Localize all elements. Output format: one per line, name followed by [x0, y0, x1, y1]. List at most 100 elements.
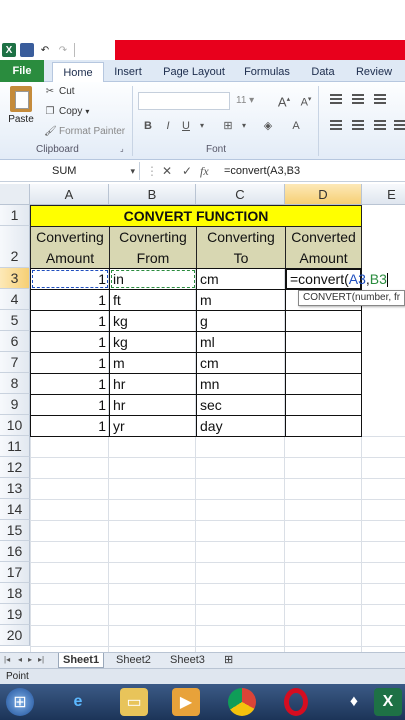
row-header[interactable]: 14: [0, 499, 30, 520]
amount-cell[interactable]: 1: [30, 289, 110, 311]
justify-icon[interactable]: [394, 120, 405, 130]
format-painter-button[interactable]: 🖌 Format Painter: [44, 126, 125, 137]
row-header[interactable]: 12: [0, 457, 30, 478]
copy-button[interactable]: ❐ Copy ▾: [44, 106, 90, 117]
align-right-icon[interactable]: [374, 120, 386, 130]
converted-cell[interactable]: [285, 394, 362, 416]
excel-taskbar-icon[interactable]: X: [374, 688, 402, 716]
last-sheet-icon[interactable]: ▸|: [38, 655, 44, 664]
from-cell[interactable]: hr: [109, 394, 197, 416]
row-header[interactable]: 15: [0, 520, 30, 541]
name-box[interactable]: SUM ▾: [0, 162, 140, 180]
tab-data[interactable]: Data: [306, 62, 340, 82]
row-header[interactable]: 11: [0, 436, 30, 457]
sheet-tab-sheet2[interactable]: Sheet2: [112, 653, 155, 668]
amount-cell[interactable]: 1: [30, 415, 110, 437]
opera-icon[interactable]: [284, 688, 308, 716]
row-header[interactable]: 10: [0, 415, 30, 436]
chevron-down-icon[interactable]: ▾: [236, 118, 252, 134]
header-converting-amount[interactable]: Converting Amount: [30, 226, 110, 269]
font-name-box[interactable]: [138, 92, 230, 110]
row-header[interactable]: 4: [0, 289, 30, 310]
column-header-c[interactable]: C: [196, 184, 285, 205]
enter-icon[interactable]: ✓: [182, 162, 192, 180]
from-cell[interactable]: in: [109, 268, 197, 290]
redo-icon[interactable]: ↷: [56, 43, 70, 57]
title-cell[interactable]: CONVERT FUNCTION: [30, 205, 362, 227]
empty-cells-area[interactable]: [30, 436, 405, 652]
row-header[interactable]: 3: [0, 268, 30, 289]
to-cell[interactable]: g: [196, 310, 286, 332]
app-icon[interactable]: ♦: [340, 688, 368, 716]
from-cell[interactable]: hr: [109, 373, 197, 395]
from-cell[interactable]: kg: [109, 331, 197, 353]
cut-button[interactable]: ✂ Cut: [44, 86, 75, 97]
sheet-tab-sheet3[interactable]: Sheet3: [166, 653, 209, 668]
select-all-button[interactable]: [0, 184, 30, 205]
column-header-e[interactable]: E: [362, 184, 405, 205]
column-header-a[interactable]: A: [30, 184, 109, 205]
active-cell-d3[interactable]: =convert(A3,B3: [285, 268, 388, 290]
underline-icon[interactable]: U: [178, 118, 194, 134]
font-size-box[interactable]: 11 ▾: [232, 92, 268, 110]
amount-cell[interactable]: 1: [30, 352, 110, 374]
next-sheet-icon[interactable]: ▸: [28, 655, 32, 664]
dialog-launcher-icon[interactable]: ⌟: [120, 144, 124, 153]
bold-icon[interactable]: B: [140, 118, 156, 134]
internet-explorer-icon[interactable]: e: [64, 688, 92, 716]
chevron-down-icon[interactable]: ▾: [194, 118, 210, 134]
row-header[interactable]: 1: [0, 205, 30, 226]
cancel-icon[interactable]: ✕: [162, 162, 172, 180]
paste-button[interactable]: Paste: [4, 86, 38, 138]
save-icon[interactable]: [20, 43, 34, 57]
converted-cell[interactable]: [285, 331, 362, 353]
worksheet-grid[interactable]: A B C D E 1 2 3 4 5 6 7 8 9 10 11 12 13 …: [0, 184, 405, 652]
from-cell[interactable]: yr: [109, 415, 197, 437]
row-header[interactable]: 19: [0, 604, 30, 625]
row-header[interactable]: 2: [0, 226, 30, 268]
align-bottom-icon[interactable]: [374, 94, 386, 104]
to-cell[interactable]: cm: [196, 268, 286, 290]
amount-cell[interactable]: 1: [30, 268, 110, 290]
chrome-icon[interactable]: [228, 688, 256, 716]
to-cell[interactable]: ml: [196, 331, 286, 353]
sheet-tab-sheet1[interactable]: Sheet1: [58, 653, 105, 668]
align-top-icon[interactable]: [330, 94, 342, 104]
formula-input[interactable]: =convert(A3,B3: [224, 162, 300, 180]
converted-cell[interactable]: [285, 352, 362, 374]
align-middle-icon[interactable]: [352, 94, 364, 104]
tab-page-layout[interactable]: Page Layout: [160, 62, 228, 82]
tab-home[interactable]: Home: [52, 62, 104, 83]
start-button-icon[interactable]: ⊞: [6, 688, 34, 716]
italic-icon[interactable]: I: [160, 118, 176, 134]
tab-review[interactable]: Review: [352, 62, 396, 82]
media-player-icon[interactable]: ▶: [172, 688, 200, 716]
column-header-d[interactable]: D: [285, 184, 362, 205]
row-header[interactable]: 6: [0, 331, 30, 352]
prev-sheet-icon[interactable]: ◂: [18, 655, 22, 664]
to-cell[interactable]: cm: [196, 352, 286, 374]
font-color-icon[interactable]: A: [288, 118, 304, 134]
align-left-icon[interactable]: [330, 120, 342, 130]
amount-cell[interactable]: 1: [30, 310, 110, 332]
insert-function-button[interactable]: fx: [200, 162, 209, 180]
header-converting-from[interactable]: Covnerting From: [109, 226, 197, 269]
converted-cell[interactable]: [285, 373, 362, 395]
undo-icon[interactable]: ↶: [38, 43, 52, 57]
fill-color-icon[interactable]: ◈: [260, 118, 276, 134]
row-header[interactable]: 13: [0, 478, 30, 499]
converted-cell[interactable]: [285, 415, 362, 437]
from-cell[interactable]: m: [109, 352, 197, 374]
tab-file[interactable]: File: [0, 60, 44, 82]
excel-logo-icon[interactable]: X: [2, 43, 16, 57]
converted-cell[interactable]: [285, 310, 362, 332]
amount-cell[interactable]: 1: [30, 394, 110, 416]
tab-insert[interactable]: Insert: [110, 62, 146, 82]
borders-icon[interactable]: ⊞: [220, 118, 236, 134]
from-cell[interactable]: kg: [109, 310, 197, 332]
row-header[interactable]: 17: [0, 562, 30, 583]
from-cell[interactable]: ft: [109, 289, 197, 311]
insert-sheet-icon[interactable]: ⊞: [220, 653, 237, 668]
to-cell[interactable]: sec: [196, 394, 286, 416]
tab-formulas[interactable]: Formulas: [242, 62, 292, 82]
